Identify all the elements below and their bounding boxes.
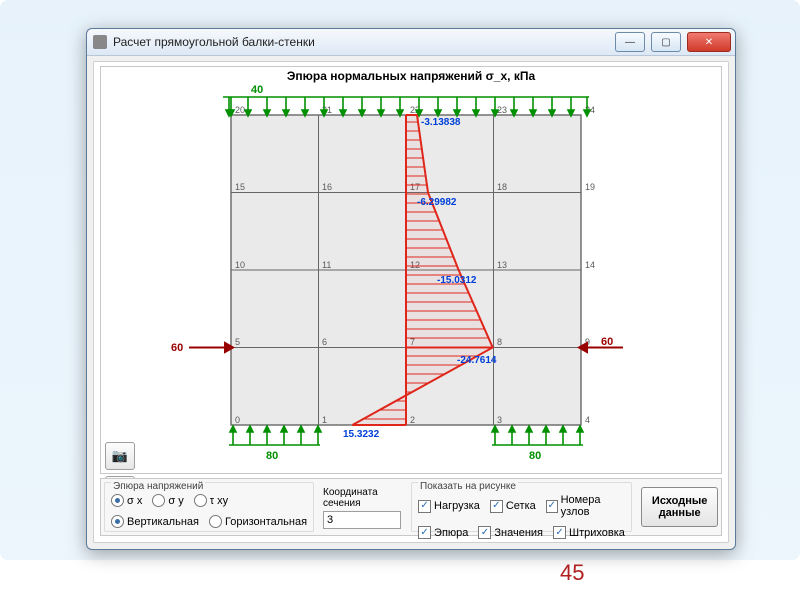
- svg-text:16: 16: [322, 182, 332, 192]
- svg-text:60: 60: [601, 336, 613, 348]
- svg-text:13: 13: [497, 260, 507, 270]
- svg-text:80: 80: [266, 450, 278, 462]
- svg-text:19: 19: [585, 182, 595, 192]
- svg-text:40: 40: [251, 84, 263, 96]
- group-epure-title: Эпюра напряжений: [111, 482, 205, 492]
- coord-label: Координата сечения: [323, 487, 401, 509]
- svg-text:-15.0312: -15.0312: [437, 275, 477, 286]
- section-coordinate: Координата сечения: [323, 487, 401, 535]
- svg-text:11: 11: [322, 260, 331, 270]
- stress-diagram: 0 1 2 3 4 5 6 7 8 9 10 11 12: [101, 67, 721, 473]
- check-nodes[interactable]: Номера узлов: [546, 494, 625, 518]
- check-values[interactable]: Значения: [478, 526, 543, 539]
- svg-text:18: 18: [497, 182, 507, 192]
- svg-text:10: 10: [235, 260, 245, 270]
- camera-icon: 📷: [112, 448, 128, 464]
- svg-text:-24.7614: -24.7614: [457, 355, 497, 366]
- svg-text:8: 8: [497, 337, 502, 347]
- title-bar: Расчет прямоугольной балки-стенки — ▢ ✕: [87, 29, 735, 56]
- radio-sigma-x[interactable]: σ x: [111, 494, 142, 507]
- svg-text:0: 0: [235, 415, 240, 425]
- close-button[interactable]: ✕: [687, 32, 731, 52]
- svg-text:15.3232: 15.3232: [343, 429, 380, 440]
- svg-text:-3.13838: -3.13838: [421, 117, 461, 128]
- check-grid[interactable]: Сетка: [490, 500, 536, 513]
- svg-text:14: 14: [585, 260, 595, 270]
- check-epure[interactable]: Эпюра: [418, 526, 468, 539]
- screenshot-button[interactable]: 📷: [105, 442, 135, 470]
- window-title: Расчет прямоугольной балки-стенки: [113, 35, 609, 49]
- check-hatch[interactable]: Штриховка: [553, 526, 625, 539]
- maximize-button[interactable]: ▢: [651, 32, 681, 52]
- svg-text:1: 1: [322, 415, 327, 425]
- group-show: Показать на рисунке Нагрузка Сетка Номер…: [411, 482, 632, 532]
- radio-sigma-y[interactable]: σ y: [152, 494, 183, 507]
- svg-text:-6.29982: -6.29982: [417, 197, 457, 208]
- group-show-title: Показать на рисунке: [418, 482, 518, 492]
- drawing-panel: Эпюра нормальных напряжений σ_x, кПа: [100, 66, 722, 474]
- radio-horizontal[interactable]: Горизонтальная: [209, 515, 307, 528]
- check-load[interactable]: Нагрузка: [418, 500, 480, 513]
- group-epure: Эпюра напряжений σ x σ y τ xy Вертикальн…: [104, 482, 314, 532]
- coord-input[interactable]: [323, 511, 401, 529]
- app-window: Расчет прямоугольной балки-стенки — ▢ ✕ …: [86, 28, 736, 550]
- svg-text:5: 5: [235, 337, 240, 347]
- client-area: Эпюра нормальных напряжений σ_x, кПа: [93, 61, 729, 543]
- svg-text:20: 20: [235, 105, 245, 115]
- slide-number: 45: [560, 560, 584, 586]
- radio-tau-xy[interactable]: τ xy: [194, 494, 228, 507]
- svg-text:15: 15: [235, 182, 245, 192]
- source-data-button[interactable]: Исходные данные: [641, 487, 718, 527]
- svg-text:60: 60: [171, 342, 183, 354]
- app-icon: [93, 35, 107, 49]
- radio-vertical[interactable]: Вертикальная: [111, 515, 199, 528]
- controls-panel: Эпюра напряжений σ x σ y τ xy Вертикальн…: [100, 478, 722, 536]
- svg-text:6: 6: [322, 337, 327, 347]
- minimize-button[interactable]: —: [615, 32, 645, 52]
- svg-text:2: 2: [410, 415, 415, 425]
- svg-text:3: 3: [497, 415, 502, 425]
- svg-text:80: 80: [529, 450, 541, 462]
- svg-text:4: 4: [585, 415, 590, 425]
